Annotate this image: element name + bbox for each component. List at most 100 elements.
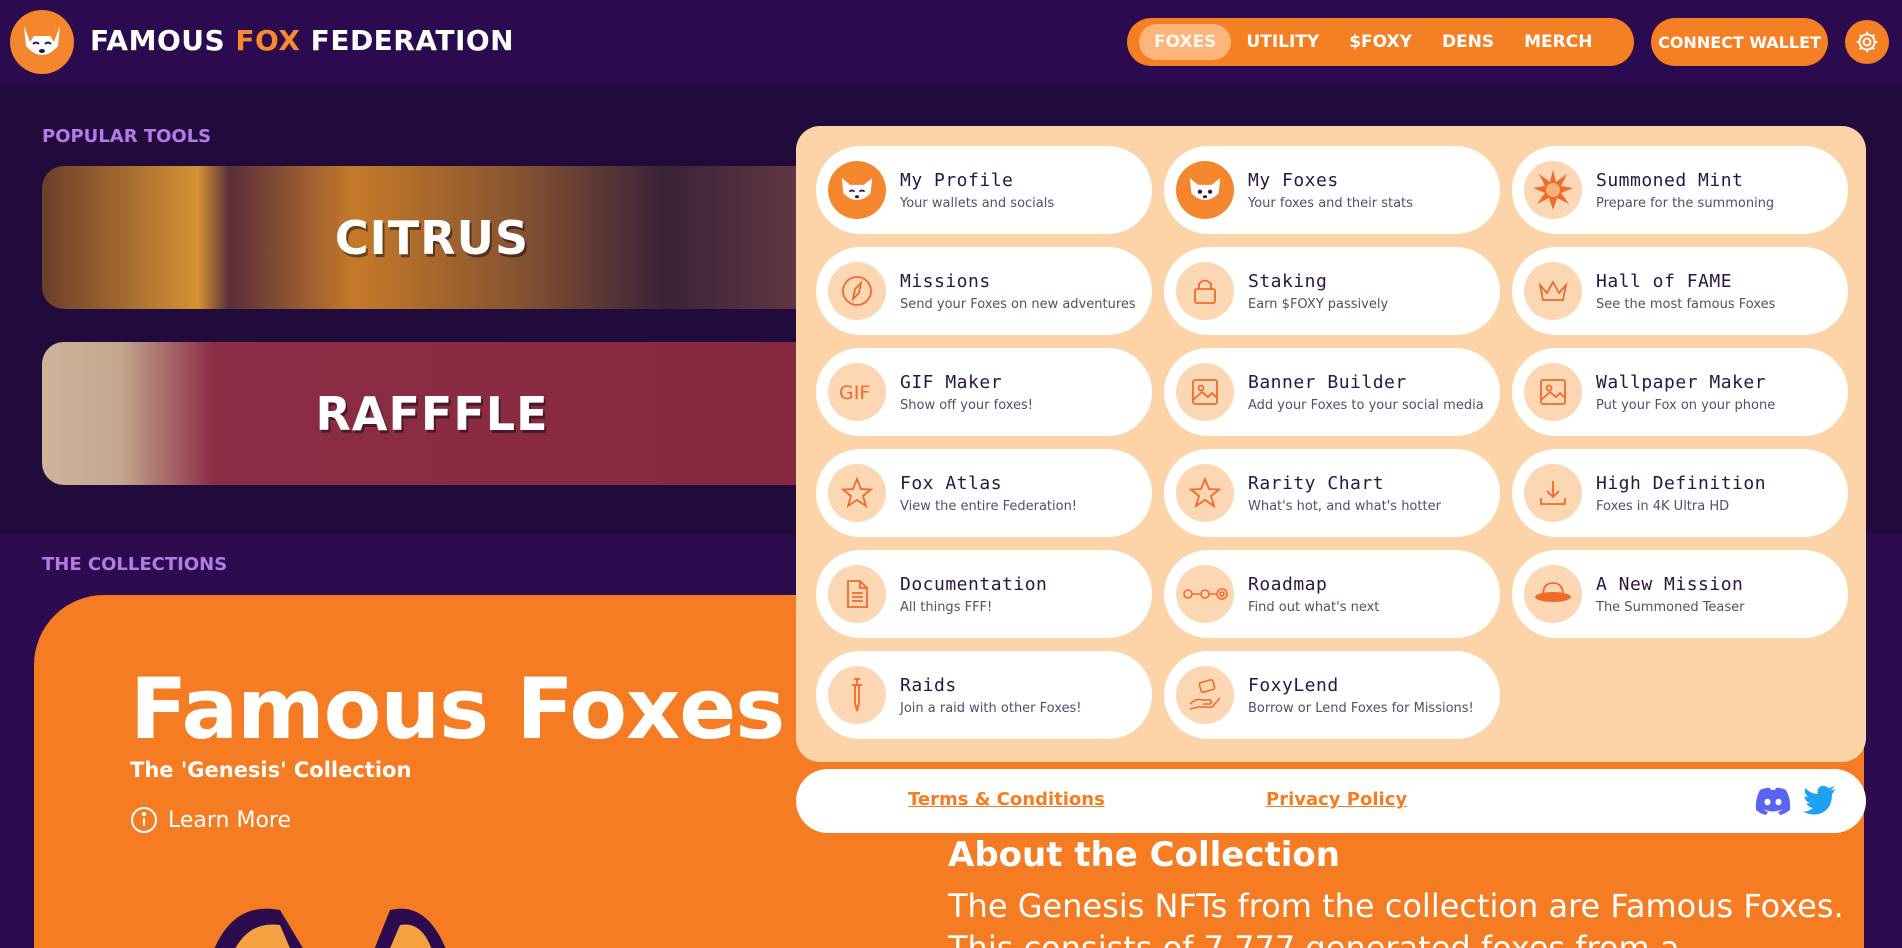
menu-item-desc: Prepare for the summoning [1596,195,1775,211]
info-icon [131,807,157,833]
collection-subtitle: The 'Genesis' Collection [130,758,412,782]
menu-item-desc: The Summoned Teaser [1596,599,1745,615]
collection-title: Famous Foxes [130,660,785,758]
menu-item-desc: All things FFF! [900,599,993,615]
image-icon [1524,363,1582,421]
menu-item-wallpaper-maker[interactable]: Wallpaper Maker Put your Fox on your phon… [1512,348,1848,436]
menu-item-title: Hall of FAME [1596,270,1733,292]
menu-item-title: Summoned Mint [1596,169,1744,191]
menu-item-raids[interactable]: Raids Join a raid with other Foxes! [816,651,1152,739]
menu-item-high-definition[interactable]: High Definition Foxes in 4K Ultra HD [1512,449,1848,537]
menu-item-desc: Borrow or Lend Foxes for Missions! [1248,700,1474,716]
menu-item-staking[interactable]: Staking Earn $FOXY passively [1164,247,1500,335]
brand-part-fox: FOX [235,24,301,57]
roadmap-icon [1176,565,1234,623]
terms-link[interactable]: Terms & Conditions [908,789,1105,810]
menu-item-missions[interactable]: Missions Send your Foxes on new adventure… [816,247,1152,335]
connect-wallet-button[interactable]: CONNECT WALLET [1651,18,1828,66]
foxes-dropdown-menu: My Profile Your wallets and socials My Fo… [796,126,1866,762]
download-icon [1524,464,1582,522]
menu-item-desc: Add your Foxes to your social media [1248,397,1484,413]
nav-merch[interactable]: MERCH [1509,24,1607,60]
menu-item-title: Roadmap [1248,573,1328,595]
menu-item-title: Staking [1248,270,1328,292]
menu-item-my-profile[interactable]: My Profile Your wallets and socials [816,146,1152,234]
menu-item-desc: Find out what's next [1248,599,1380,615]
nav-dens[interactable]: DENS [1427,24,1509,60]
menu-item-desc: Your wallets and socials [900,195,1055,211]
citrus-card[interactable]: CITRUS [42,166,822,309]
nav-utility[interactable]: UTILITY [1231,24,1334,60]
compass-icon [828,262,886,320]
nav-foxes[interactable]: FOXES [1139,24,1232,60]
collections-label: THE COLLECTIONS [42,554,228,575]
menu-item-title: Fox Atlas [900,472,1003,494]
menu-item-gif-maker[interactable]: GIF GIF Maker Show off your foxes! [816,348,1152,436]
crown-icon [1524,262,1582,320]
nav-foxy[interactable]: $FOXY [1334,24,1427,60]
raffle-card-label: RAFFFLE [315,386,549,441]
fox-logo-icon[interactable] [10,10,74,74]
menu-item-title: Rarity Chart [1248,472,1385,494]
menu-item-desc: Put your Fox on your phone [1596,397,1776,413]
menu-item-summoned-mint[interactable]: Summoned Mint Prepare for the summoning [1512,146,1848,234]
citrus-card-label: CITRUS [334,210,530,265]
gear-icon [1856,31,1878,53]
menu-item-title: Raids [900,674,957,696]
menu-item-title: A New Mission [1596,573,1744,595]
star-icon [1176,464,1234,522]
menu-item-a-new-mission[interactable]: A New Mission The Summoned Teaser [1512,550,1848,638]
about-collection-title: About the Collection [948,835,1340,875]
menu-item-fox-atlas[interactable]: Fox Atlas View the entire Federation! [816,449,1152,537]
menu-item-title: FoxyLend [1248,674,1339,696]
menu-item-desc: Earn $FOXY passively [1248,296,1389,312]
menu-item-desc: Foxes in 4K Ultra HD [1596,498,1730,514]
menu-item-title: Missions [900,270,991,292]
menu-item-desc: See the most famous Foxes [1596,296,1776,312]
menu-item-title: My Profile [900,169,1014,191]
menu-item-desc: View the entire Federation! [900,498,1078,514]
menu-item-title: GIF Maker [900,371,1003,393]
menu-footer: Terms & Conditions Privacy Policy [796,769,1866,833]
document-icon [828,565,886,623]
brand-part-federation: FEDERATION [300,24,515,57]
lend-hand-icon [1176,666,1234,724]
top-header: FAMOUS FOX FEDERATION FOXES UTILITY $FOX… [0,0,1902,84]
menu-item-foxylend[interactable]: FoxyLend Borrow or Lend Foxes for Mission… [1164,651,1500,739]
learn-more-label: Learn More [168,807,292,833]
menu-item-title: High Definition [1596,472,1767,494]
menu-item-title: Wallpaper Maker [1596,371,1767,393]
menu-item-roadmap[interactable]: Roadmap Find out what's next [1164,550,1500,638]
menu-item-hall-of-fame[interactable]: Hall of FAME See the most famous Foxes [1512,247,1848,335]
ufo-icon [1524,565,1582,623]
settings-button[interactable] [1845,20,1889,64]
discord-icon[interactable] [1754,785,1792,817]
privacy-link[interactable]: Privacy Policy [1266,789,1407,810]
menu-item-documentation[interactable]: Documentation All things FFF! [816,550,1152,638]
menu-item-desc: Show off your foxes! [900,397,1034,413]
twitter-icon[interactable] [1803,785,1837,815]
about-collection-body: The Genesis NFTs from the collection are… [948,887,1844,948]
popular-tools-label: POPULAR TOOLS [42,126,212,147]
menu-item-rarity-chart[interactable]: Rarity Chart What's hot, and what's hotte… [1164,449,1500,537]
learn-more-link[interactable]: Learn More [130,806,291,834]
dagger-icon [828,666,886,724]
menu-item-my-foxes[interactable]: My Foxes Your foxes and their stats [1164,146,1500,234]
brand-part-famous: FAMOUS [90,24,236,57]
menu-item-desc: Your foxes and their stats [1248,195,1413,211]
menu-item-title: Documentation [900,573,1048,595]
lock-icon [1176,262,1234,320]
fox-avatar-icon [828,161,886,219]
brand-title[interactable]: FAMOUS FOX FEDERATION [90,24,514,57]
menu-item-desc: What's hot, and what's hotter [1248,498,1441,514]
fox-avatar-icon [1176,161,1234,219]
menu-item-desc: Join a raid with other Foxes! [900,700,1082,716]
main-nav: FOXES UTILITY $FOXY DENS MERCH [1127,18,1634,66]
image-icon [1176,363,1234,421]
menu-item-desc: Send your Foxes on new adventures [900,296,1136,312]
summoned-burst-icon [1524,161,1582,219]
raffle-card[interactable]: RAFFFLE [42,342,822,485]
star-icon [828,464,886,522]
menu-item-banner-builder[interactable]: Banner Builder Add your Foxes to your soc… [1164,348,1500,436]
menu-item-title: My Foxes [1248,169,1339,191]
